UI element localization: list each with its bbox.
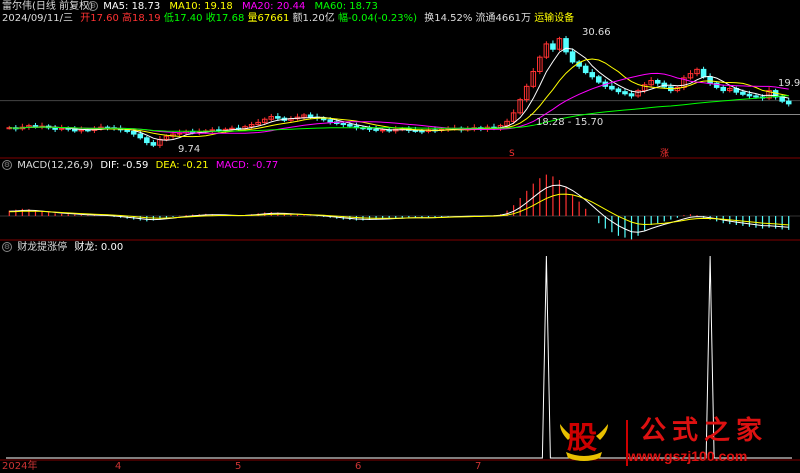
candle-body bbox=[366, 127, 373, 130]
low-price-label: 9.74 bbox=[178, 144, 201, 155]
signal-marker-s: S bbox=[509, 149, 515, 159]
candle-body bbox=[622, 91, 628, 95]
x-axis-label-3: 6 bbox=[355, 461, 362, 472]
float-label: 流通4661万 bbox=[475, 13, 531, 24]
watermark-title: 公式之家 bbox=[640, 416, 769, 446]
candle-body bbox=[347, 124, 353, 127]
chart-canvas bbox=[0, 35, 800, 461]
change-label: 幅-0.04(-0.23%) bbox=[337, 13, 418, 24]
candle-body bbox=[550, 43, 556, 50]
x-axis-label-2: 5 bbox=[235, 461, 242, 472]
candle-body bbox=[779, 96, 785, 102]
candle-body bbox=[137, 133, 144, 139]
candle-body bbox=[595, 76, 602, 83]
x-axis-label-0: 2024年 bbox=[2, 461, 38, 472]
ma10-line bbox=[9, 58, 789, 138]
candle-body bbox=[654, 80, 661, 84]
candle-body bbox=[785, 100, 792, 105]
candle-body bbox=[144, 137, 150, 144]
range-label: 18.28 - 15.70 bbox=[536, 117, 604, 128]
amount-label: 额1.20亿 bbox=[292, 13, 335, 24]
candle-body bbox=[746, 93, 753, 97]
candle-body bbox=[720, 86, 727, 92]
macd-value: MACD: -0.77 bbox=[215, 160, 279, 171]
candle-body bbox=[340, 122, 347, 126]
low-label: 低17.40 bbox=[163, 13, 203, 24]
industry-label[interactable]: 运输设备 bbox=[534, 13, 574, 24]
candle-body bbox=[609, 85, 615, 90]
high-price-label: 30.66 bbox=[582, 27, 611, 38]
dif-value: DIF: -0.59 bbox=[100, 160, 149, 171]
macd-title: MACD(12,26,9) bbox=[17, 160, 94, 171]
candle-body bbox=[124, 129, 130, 132]
candle-body bbox=[327, 119, 334, 123]
candle-body bbox=[419, 130, 425, 133]
candle-body bbox=[275, 116, 281, 119]
x-axis-label-1: 4 bbox=[115, 461, 122, 472]
gear-icon[interactable]: ⚙ bbox=[2, 160, 12, 170]
gear-icon[interactable]: ⚙ bbox=[88, 1, 98, 11]
candle-body bbox=[615, 88, 622, 93]
candle-body bbox=[379, 129, 386, 132]
signal-marker-zhang: 涨 bbox=[660, 149, 670, 159]
dea-line bbox=[9, 193, 789, 226]
quote-bar: 2024/09/11/三 开17.60 高18.19 低17.40 收17.68… bbox=[2, 13, 574, 25]
indicator-legend: ⚙ 财龙提涨停 财龙: 0.00 bbox=[2, 242, 123, 254]
ma20-line bbox=[9, 72, 789, 134]
candle-body bbox=[628, 93, 635, 97]
candle-body bbox=[582, 65, 589, 74]
high-label: 高18.19 bbox=[122, 13, 161, 24]
turnover-label: 换14.52% bbox=[424, 13, 473, 24]
right-price-label: 19.90 bbox=[778, 78, 800, 89]
ma20-value: MA20: 20.44 bbox=[241, 1, 306, 12]
candle-body bbox=[52, 127, 58, 130]
indicator-title: 财龙提涨停 bbox=[17, 242, 68, 253]
candle-body bbox=[753, 95, 759, 98]
indicator-value: 财龙: 0.00 bbox=[74, 242, 124, 253]
ma5-value: MA5: 18.73 bbox=[103, 1, 161, 12]
candle-body bbox=[563, 38, 569, 53]
volume-label: 量67661 bbox=[247, 13, 290, 24]
stock-title: 雷尔伟(日线 前复权) bbox=[2, 1, 93, 12]
ma-legend: ⚙ MA5: 18.73 MA10: 19.18 MA20: 20.44 MA6… bbox=[88, 1, 378, 13]
macd-legend: ⚙ MACD(12,26,9) DIF: -0.59 DEA: -0.21 MA… bbox=[2, 160, 278, 172]
watermark-url[interactable]: www.gszj100.com bbox=[628, 447, 747, 465]
candle-body bbox=[589, 72, 596, 78]
close-label: 收17.68 bbox=[205, 13, 245, 24]
candle-body bbox=[569, 51, 576, 63]
ma5-line bbox=[9, 47, 789, 141]
dea-value: DEA: -0.21 bbox=[155, 160, 209, 171]
open-label: 开17.60 bbox=[80, 13, 119, 24]
ma10-value: MA10: 19.18 bbox=[169, 1, 233, 12]
dif-line bbox=[9, 184, 789, 233]
watermark-logo-char: 股 bbox=[567, 421, 597, 456]
candle-body bbox=[32, 125, 39, 128]
ma60-value: MA60: 18.73 bbox=[314, 1, 378, 12]
candle-body bbox=[307, 114, 314, 118]
candle-body bbox=[373, 128, 379, 131]
candle-body bbox=[130, 130, 137, 135]
candle-body bbox=[700, 68, 707, 78]
candle-body bbox=[740, 91, 746, 95]
candle-body bbox=[150, 142, 157, 146]
gear-icon[interactable]: ⚙ bbox=[2, 242, 12, 252]
candle-body bbox=[707, 76, 713, 84]
x-axis-label-4: 7 bbox=[475, 461, 482, 472]
date-label: 2024/09/11/三 bbox=[2, 13, 74, 24]
